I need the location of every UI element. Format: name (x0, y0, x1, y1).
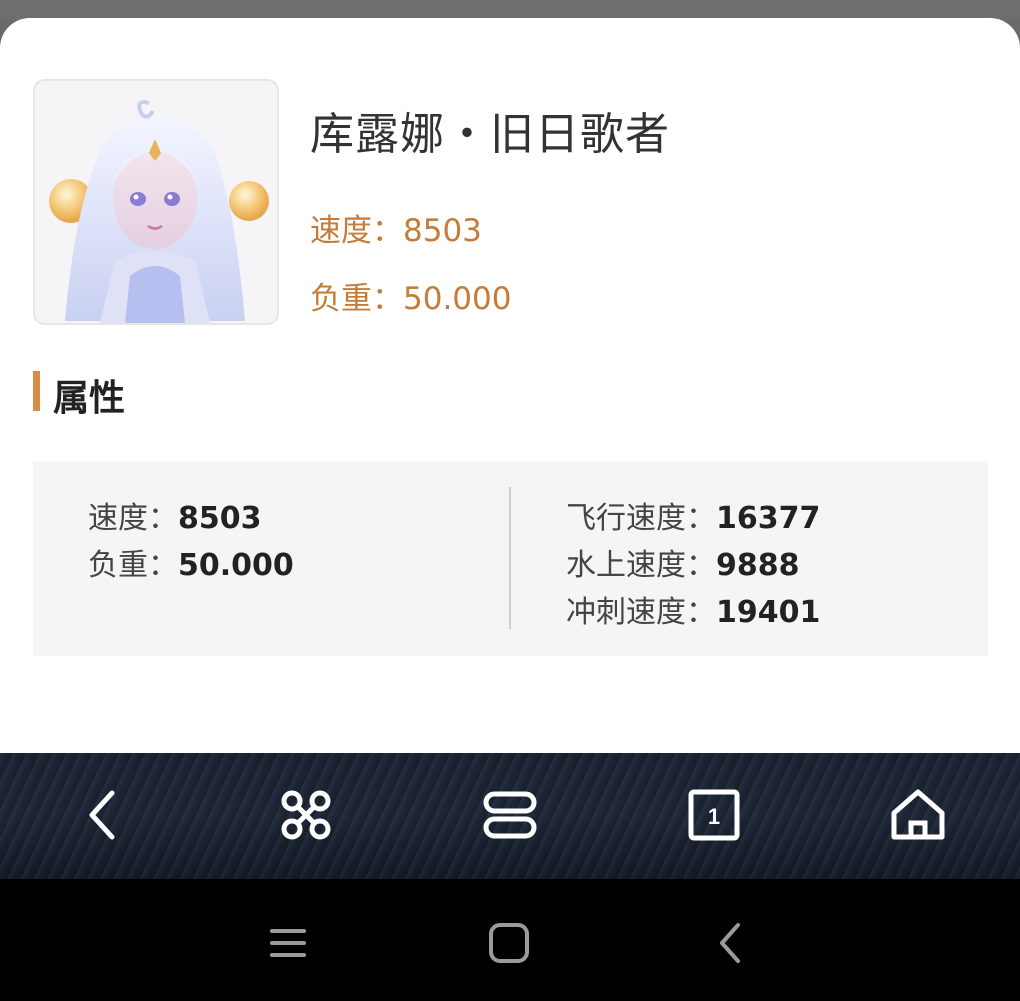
attributes-divider (509, 487, 511, 629)
attr-value: 8503 (178, 501, 262, 536)
browser-toolbar: 1 (0, 753, 1020, 879)
attr-label: 冲刺速度： (566, 595, 716, 630)
attr-value: 50.000 (178, 548, 294, 583)
attr-dash-speed: 冲刺速度：19401 (566, 587, 820, 631)
browser-command-button[interactable] (274, 783, 338, 847)
system-home-button[interactable] (481, 915, 537, 971)
attr-value: 19401 (716, 595, 821, 630)
character-card: 库露娜・旧日歌者 速度：8503 负重：50.000 属性 速度：8503 负重… (0, 18, 1020, 758)
home-icon (489, 923, 529, 963)
browser-back-button[interactable] (70, 783, 134, 847)
attr-label: 速度： (88, 501, 178, 536)
attr-label: 水上速度： (566, 548, 716, 583)
section-accent-bar (33, 371, 40, 411)
character-speed: 速度：8503 (310, 213, 482, 249)
browser-tabs-button[interactable]: 1 (682, 783, 746, 847)
character-avatar (33, 79, 279, 325)
character-portrait-image (35, 81, 277, 323)
recent-apps-button[interactable] (260, 915, 316, 971)
attr-label: 飞行速度： (566, 501, 716, 536)
recent-apps-icon (270, 929, 306, 957)
attr-value: 9888 (716, 548, 800, 583)
attr-load: 负重：50.000 (88, 540, 294, 584)
attr-label: 负重： (88, 548, 178, 583)
system-back-button[interactable] (702, 915, 758, 971)
back-icon (720, 923, 740, 963)
status-area (0, 0, 1020, 20)
attr-water-speed: 水上速度：9888 (566, 540, 800, 584)
tab-count: 1 (708, 804, 720, 829)
back-icon (89, 790, 115, 840)
section-title: 属性 (53, 378, 126, 419)
character-name: 库露娜・旧日歌者 (310, 109, 670, 160)
browser-menu-button[interactable] (478, 783, 542, 847)
menu-icon (483, 791, 537, 839)
attr-value: 16377 (716, 501, 821, 536)
tabs-icon: 1 (688, 789, 740, 841)
attr-speed: 速度：8503 (88, 493, 262, 537)
system-navigation-bar (0, 879, 1020, 1001)
browser-home-button[interactable] (886, 783, 950, 847)
home-icon (891, 789, 945, 840)
attributes-panel: 速度：8503 负重：50.000 飞行速度：16377 水上速度：9888 冲… (33, 461, 988, 656)
character-load: 负重：50.000 (310, 281, 512, 317)
attr-flight-speed: 飞行速度：16377 (566, 493, 820, 537)
command-icon (281, 790, 331, 840)
